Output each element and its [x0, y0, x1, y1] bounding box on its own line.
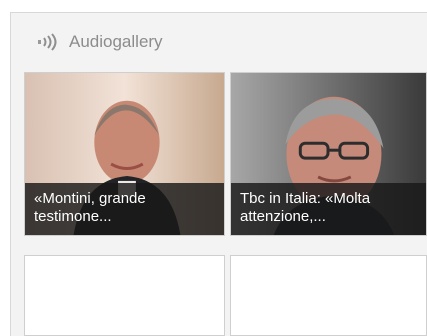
sound-waves-icon — [38, 33, 57, 51]
audio-item-tbc-italia[interactable]: Tbc in Italia: «Molta attenzione,... — [230, 72, 427, 236]
audio-item-placeholder-4[interactable] — [230, 255, 427, 336]
audio-item-placeholder-3[interactable] — [24, 255, 225, 336]
audio-caption-1: «Montini, grande testimone... — [25, 183, 224, 235]
audio-caption-2: Tbc in Italia: «Molta attenzione,... — [231, 183, 426, 235]
audio-item-montini[interactable]: «Montini, grande testimone... — [24, 72, 225, 236]
audiogallery-header: Audiogallery — [36, 30, 163, 54]
audiogallery-title: Audiogallery — [69, 32, 163, 51]
